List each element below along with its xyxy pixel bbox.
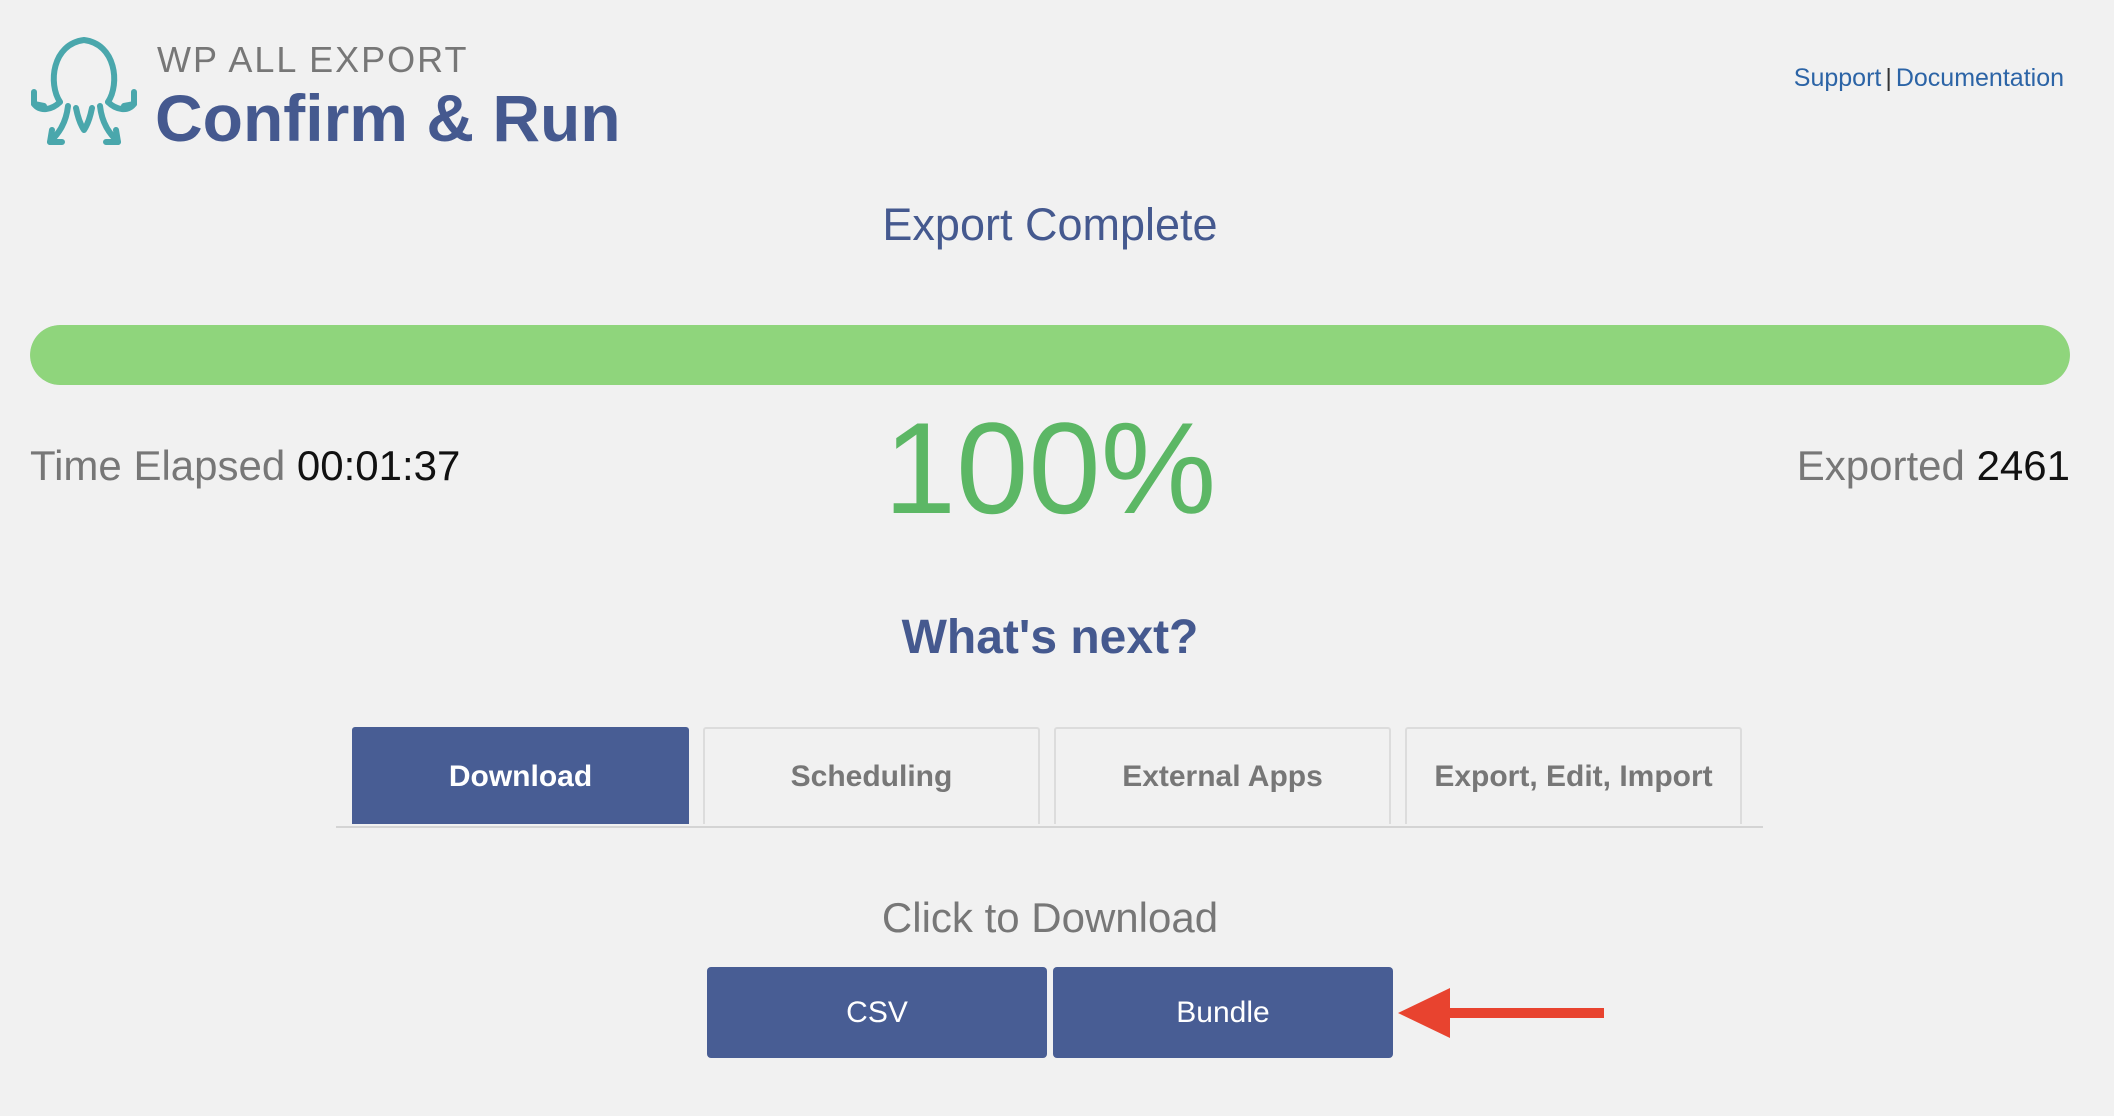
exported-value: 2461 (1976, 442, 2070, 489)
tab-export-edit-import[interactable]: Export, Edit, Import (1405, 727, 1742, 824)
tab-external-apps[interactable]: External Apps (1054, 727, 1391, 824)
arrow-left-icon (1398, 988, 1604, 1038)
tab-scheduling[interactable]: Scheduling (703, 727, 1040, 824)
whats-next-heading: What's next? (901, 611, 1199, 664)
page-title: Confirm & Run (155, 81, 621, 155)
tab-download[interactable]: Download (352, 727, 689, 824)
header-links: Support | Documentation (1794, 62, 2064, 94)
octopus-logo-icon (31, 37, 137, 145)
bundle-download-button[interactable]: Bundle (1053, 967, 1393, 1058)
support-link[interactable]: Support (1794, 64, 1882, 92)
link-separator: | (1885, 64, 1892, 92)
brand-name: WP ALL EXPORT (157, 39, 469, 80)
exported-count: Exported 2461 (1797, 440, 2070, 492)
csv-download-button[interactable]: CSV (707, 967, 1047, 1058)
progress-percent: 100% (883, 395, 1217, 541)
click-to-download-label: Click to Download (881, 894, 1219, 941)
documentation-link[interactable]: Documentation (1896, 64, 2064, 92)
exported-label: Exported (1796, 442, 1965, 489)
export-status-heading: Export Complete (882, 199, 1218, 250)
progress-bar (30, 325, 2070, 385)
progress-bar-fill (30, 325, 2070, 385)
next-steps-tabs: Download Scheduling External Apps Export… (336, 727, 1763, 828)
